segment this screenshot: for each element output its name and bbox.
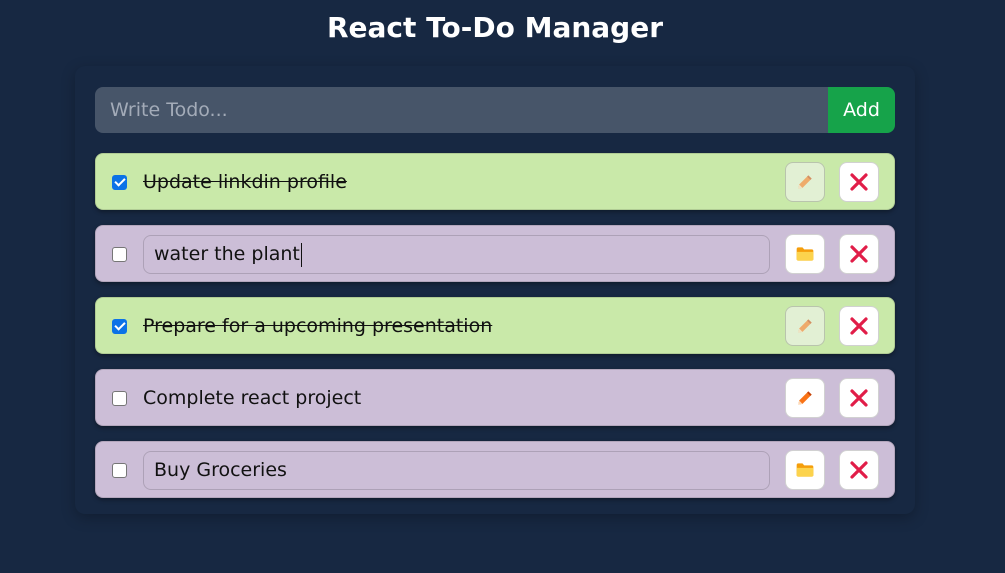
delete-button[interactable] [839, 378, 879, 418]
todo-text: Prepare for a upcoming presentation [143, 315, 493, 337]
edit-button[interactable] [785, 378, 825, 418]
save-button[interactable] [785, 234, 825, 274]
pencil-icon [798, 175, 812, 189]
edit-button[interactable] [785, 306, 825, 346]
todo-text: Update linkdin profile [143, 171, 347, 193]
todo-checkbox[interactable] [112, 319, 127, 334]
todo-item: Prepare for a upcoming presentation [95, 297, 895, 354]
pencil-icon [798, 319, 812, 333]
page-title: React To-Do Manager [326, 11, 664, 44]
todo-edit-field[interactable]: Buy Groceries [143, 451, 770, 490]
folder-icon [796, 247, 814, 261]
text-caret [300, 242, 303, 267]
close-icon [850, 461, 868, 479]
todo-item: water the plant [95, 225, 895, 282]
delete-button[interactable] [839, 162, 879, 202]
save-button[interactable] [785, 450, 825, 490]
close-icon [850, 245, 868, 263]
edit-button[interactable] [785, 162, 825, 202]
todo-checkbox[interactable] [112, 247, 127, 262]
delete-button[interactable] [839, 450, 879, 490]
todo-edit-text: Buy Groceries [154, 459, 287, 481]
add-button[interactable]: Add [828, 87, 895, 133]
close-icon [850, 173, 868, 191]
close-icon [850, 389, 868, 407]
todo-edit-text: water the plant [154, 243, 300, 265]
folder-icon [796, 463, 814, 477]
todo-edit-field[interactable]: water the plant [143, 235, 770, 274]
pencil-icon [798, 391, 812, 405]
delete-button[interactable] [839, 234, 879, 274]
todo-item: Update linkdin profile [95, 153, 895, 210]
add-todo-form: Add [95, 87, 895, 133]
close-icon [850, 317, 868, 335]
todo-checkbox[interactable] [112, 175, 127, 190]
todo-item: Buy Groceries [95, 441, 895, 498]
todo-item: Complete react project [95, 369, 895, 426]
delete-button[interactable] [839, 306, 879, 346]
todo-text: Complete react project [143, 387, 362, 409]
todo-checkbox[interactable] [112, 391, 127, 406]
todo-input[interactable] [95, 87, 828, 133]
todo-checkbox[interactable] [112, 463, 127, 478]
